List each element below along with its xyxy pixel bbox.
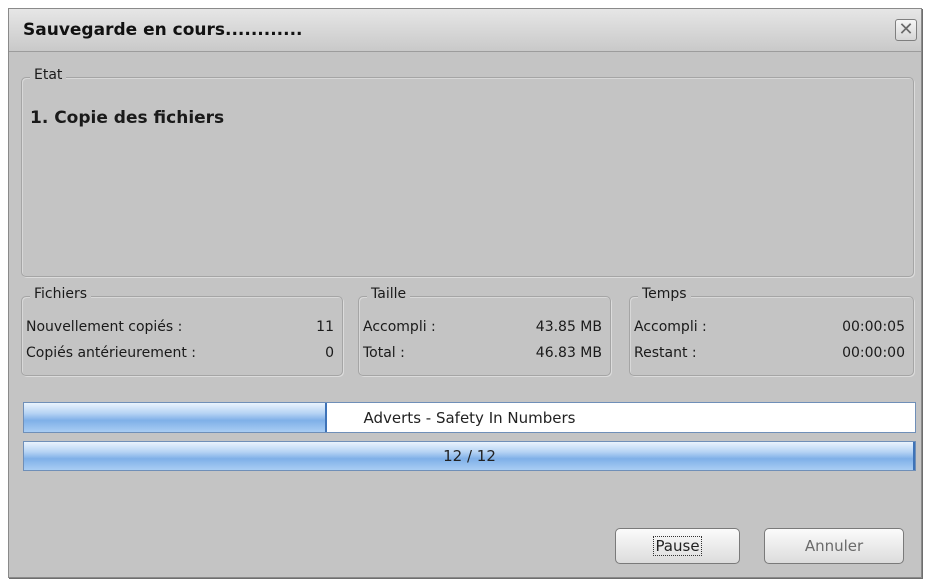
taille-legend: Taille [367, 286, 411, 302]
temps-group: Temps Accompli : 00:00:05 Restant : 00:0… [629, 286, 914, 376]
file-count-label: 12 / 12 [443, 447, 496, 465]
stat-row: Total : 46.83 MB [363, 345, 602, 361]
stat-label: Accompli : [634, 319, 707, 335]
stat-row: Copiés antérieurement : 0 [26, 345, 334, 361]
fichiers-group: Fichiers Nouvellement copiés : 11 Copiés… [21, 286, 343, 376]
cancel-label: Annuler [804, 537, 864, 555]
stat-value: 46.83 MB [535, 345, 602, 361]
stat-label: Nouvellement copiés : [26, 319, 183, 335]
cancel-button[interactable]: Annuler [764, 528, 904, 564]
stat-value: 0 [325, 345, 334, 361]
dialog-title: Sauvegarde en cours............ [23, 20, 303, 40]
stat-value: 43.85 MB [535, 319, 602, 335]
pause-button[interactable]: Pause [615, 528, 740, 564]
pause-label: Pause [653, 536, 702, 556]
etat-group: Etat 1. Copie des fichiers [21, 67, 914, 277]
taille-group: Taille Accompli : 43.85 MB Total : 46.83… [358, 286, 611, 376]
temps-legend: Temps [638, 286, 691, 302]
stat-value: 00:00:00 [842, 345, 905, 361]
backup-dialog: Sauvegarde en cours............ ✕ Etat 1… [8, 8, 922, 578]
fichiers-legend: Fichiers [30, 286, 92, 302]
stat-label: Restant : [634, 345, 697, 361]
stat-value: 11 [316, 319, 334, 335]
title-bar[interactable]: Sauvegarde en cours............ ✕ [9, 9, 921, 52]
stat-row: Accompli : 43.85 MB [363, 319, 602, 335]
current-step: 1. Copie des fichiers [30, 108, 225, 128]
close-button[interactable]: ✕ [895, 19, 917, 41]
total-progress-bar: 12 / 12 [23, 441, 916, 471]
file-progress-bar: Adverts - Safety In Numbers [23, 402, 916, 433]
stat-label: Copiés antérieurement : [26, 345, 197, 361]
stat-value: 00:00:05 [842, 319, 905, 335]
stat-label: Total : [363, 345, 405, 361]
stat-row: Accompli : 00:00:05 [634, 319, 905, 335]
close-x-icon: ✕ [898, 19, 914, 40]
stat-label: Accompli : [363, 319, 436, 335]
stat-row: Nouvellement copiés : 11 [26, 319, 334, 335]
current-file-label: Adverts - Safety In Numbers [363, 408, 576, 427]
stat-row: Restant : 00:00:00 [634, 345, 905, 361]
etat-legend: Etat [30, 67, 67, 83]
